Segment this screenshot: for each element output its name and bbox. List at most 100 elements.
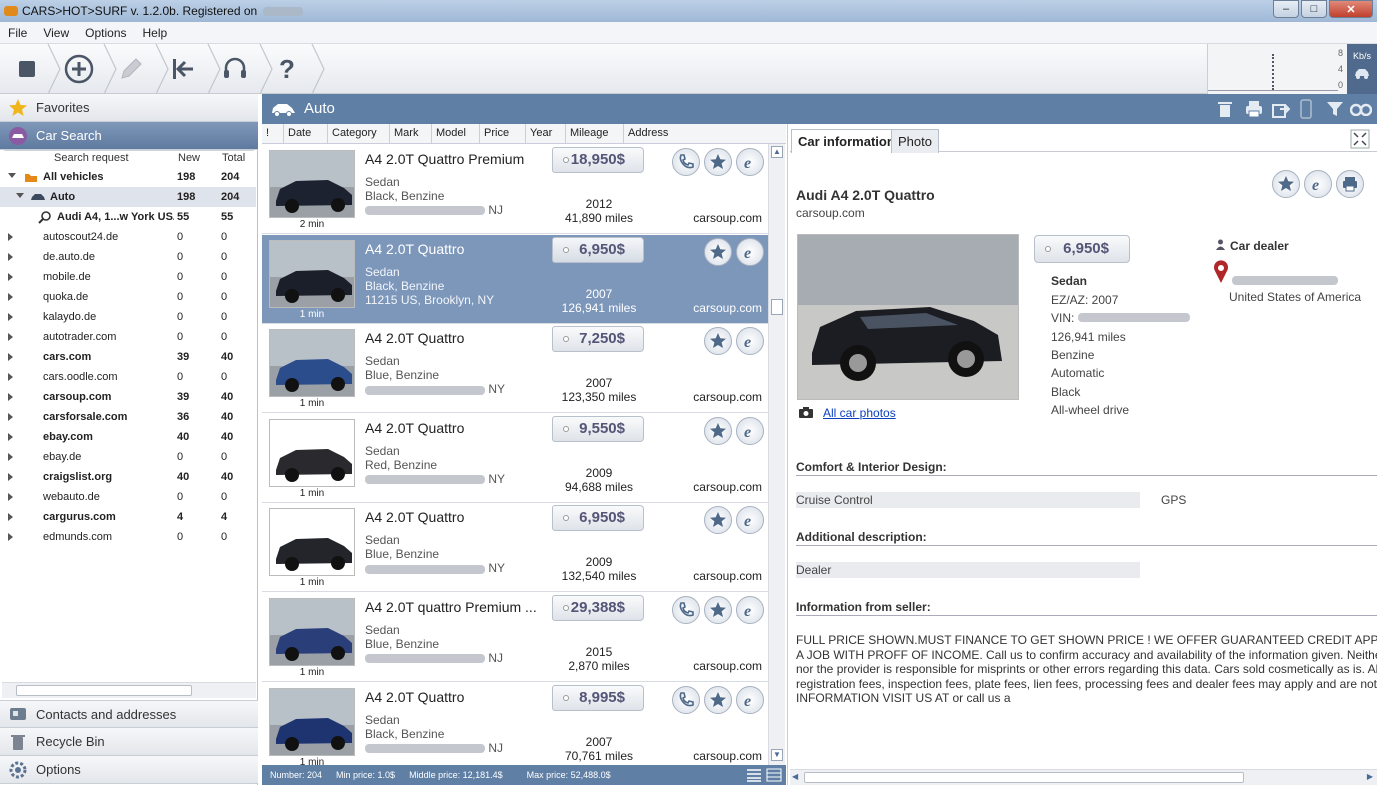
col-date[interactable]: Date [284, 124, 328, 144]
scroll-down-button[interactable]: ▼ [771, 749, 783, 761]
listing-title[interactable]: A4 2.0T Quattro [365, 330, 543, 346]
tree-row[interactable]: ebay.de 0 0 [0, 447, 256, 467]
listing-thumbnail[interactable] [269, 687, 355, 756]
tree-row[interactable]: de.auto.de 0 0 [0, 247, 256, 267]
tree-row[interactable]: autotrader.com 0 0 [0, 327, 256, 347]
listing-thumbnail[interactable] [269, 598, 355, 666]
expand-toggle-icon[interactable] [8, 313, 13, 321]
support-button[interactable] [212, 46, 258, 92]
listing-site[interactable]: carsoup.com [672, 390, 762, 404]
trash-icon[interactable] [1217, 100, 1233, 118]
expand-toggle-icon[interactable] [8, 433, 13, 441]
listing-thumbnail[interactable] [269, 508, 355, 577]
open-web-button[interactable]: e [736, 416, 764, 445]
tree-row[interactable]: mobile.de 0 0 [0, 267, 256, 287]
expand-toggle-icon[interactable] [16, 193, 24, 198]
col-address[interactable]: Address [624, 124, 774, 144]
scroll-thumb[interactable] [16, 685, 192, 696]
tree-row[interactable]: carsoup.com 39 40 [0, 387, 256, 407]
phone-device-icon[interactable] [1300, 99, 1312, 119]
expand-toggle-icon[interactable] [8, 273, 13, 281]
tree-row[interactable]: cars.oodle.com 0 0 [0, 367, 256, 387]
listing-thumbnail[interactable] [269, 239, 355, 308]
expand-toggle-icon[interactable] [8, 453, 13, 461]
print-icon[interactable] [1245, 100, 1263, 118]
scroll-thumb[interactable] [771, 299, 783, 315]
open-web-button[interactable]: e [736, 327, 764, 356]
listing-title[interactable]: A4 2.0T Quattro [365, 689, 543, 705]
listing-card[interactable]: 2 min A4 2.0T Quattro Premium Sedan Black, … [262, 145, 768, 234]
listing-site[interactable]: carsoup.com [672, 749, 762, 763]
menu-file[interactable]: File [0, 26, 35, 40]
listing-thumbnail[interactable] [269, 418, 355, 487]
list-view-icon[interactable] [746, 768, 762, 782]
car-photo[interactable] [797, 234, 1019, 400]
expand-toggle-icon[interactable] [8, 173, 16, 178]
export-icon[interactable] [1272, 100, 1290, 118]
listing-card[interactable]: 1 min A4 2.0T Quattro Sedan Black, Benzine 1… [262, 234, 768, 324]
expand-toggle-icon[interactable] [8, 233, 13, 241]
expand-toggle-icon[interactable] [8, 293, 13, 301]
col-year[interactable]: Year [526, 124, 566, 144]
listing-card[interactable]: 1 min A4 2.0T Quattro Sedan Black, Benzine … [262, 682, 768, 772]
expand-toggle-icon[interactable] [8, 533, 13, 541]
listing-card[interactable]: 1 min A4 2.0T Quattro Sedan Red, Benzine NY… [262, 413, 768, 503]
tree-horizontal-scrollbar[interactable] [2, 682, 256, 698]
listing-thumbnail[interactable] [269, 150, 355, 218]
expand-toggle-icon[interactable] [8, 373, 13, 381]
tree-row[interactable]: carsforsale.com 36 40 [0, 407, 256, 427]
tree-row[interactable]: Auto 198 204 [0, 187, 256, 207]
listing-title[interactable]: A4 2.0T Quattro [365, 420, 543, 436]
back-to-start-button[interactable] [160, 46, 206, 92]
favorite-button[interactable] [704, 506, 732, 535]
tree-row[interactable]: ebay.com 40 40 [0, 427, 256, 447]
tree-row[interactable]: cargurus.com 4 4 [0, 507, 256, 527]
call-button[interactable] [672, 685, 700, 714]
listing-card[interactable]: 1 min A4 2.0T quattro Premium ... Sedan Blu… [262, 593, 768, 682]
listing-title[interactable]: A4 2.0T Quattro [365, 241, 543, 257]
open-web-button[interactable]: e [736, 685, 764, 714]
listing-site[interactable]: carsoup.com [672, 301, 762, 315]
expand-toggle-icon[interactable] [8, 493, 13, 501]
open-web-button[interactable]: e [1304, 170, 1332, 198]
open-web-button[interactable]: e [736, 506, 764, 535]
add-search-button[interactable] [56, 46, 102, 92]
tree-col-new[interactable]: New [178, 152, 200, 164]
menu-options[interactable]: Options [77, 26, 134, 40]
favorite-button[interactable] [1272, 170, 1300, 198]
detail-horizontal-scrollbar[interactable]: ◀ ▶ [790, 769, 1377, 785]
tree-row[interactable]: kalaydo.de 0 0 [0, 307, 256, 327]
tree-row[interactable]: quoka.de 0 0 [0, 287, 256, 307]
tree-col-request[interactable]: Search request [54, 152, 129, 164]
open-web-button[interactable]: e [736, 148, 764, 176]
listing-site[interactable]: carsoup.com [672, 569, 762, 583]
listing-title[interactable]: A4 2.0T Quattro Premium [365, 151, 543, 167]
tab-photo[interactable]: Photo [891, 129, 939, 153]
favorite-button[interactable] [704, 685, 732, 714]
col-category[interactable]: Category [328, 124, 390, 144]
binoculars-icon[interactable] [1350, 100, 1372, 116]
tree-row[interactable]: autoscout24.de 0 0 [0, 227, 256, 247]
expand-toggle-icon[interactable] [8, 333, 13, 341]
listings-scrollbar[interactable]: ▲ ▼ [768, 144, 785, 765]
filter-icon[interactable] [1326, 100, 1344, 118]
tree-row[interactable]: Audi A4, 1...w York USA 55 55 [0, 207, 256, 227]
listing-site[interactable]: carsoup.com [672, 480, 762, 494]
favorite-button[interactable] [704, 416, 732, 445]
listing-title[interactable]: A4 2.0T quattro Premium ... [365, 599, 543, 615]
favorite-button[interactable] [704, 148, 732, 176]
open-web-button[interactable]: e [736, 596, 764, 624]
tree-row[interactable]: cars.com 39 40 [0, 347, 256, 367]
recycle-bin-button[interactable]: Recycle Bin [0, 728, 258, 756]
fullscreen-icon[interactable] [1350, 129, 1370, 149]
favorite-button[interactable] [704, 327, 732, 356]
favorites-button[interactable]: Favorites [0, 94, 258, 122]
col-mileage[interactable]: Mileage [566, 124, 624, 144]
all-car-photos-link[interactable]: All car photos [823, 406, 896, 420]
tree-row[interactable]: edmunds.com 0 0 [0, 527, 256, 547]
expand-toggle-icon[interactable] [8, 513, 13, 521]
listing-site[interactable]: carsoup.com [672, 211, 762, 225]
scroll-left-button[interactable]: ◀ [792, 772, 798, 781]
options-button[interactable]: Options [0, 756, 258, 784]
help-button[interactable]: ? [264, 46, 310, 92]
